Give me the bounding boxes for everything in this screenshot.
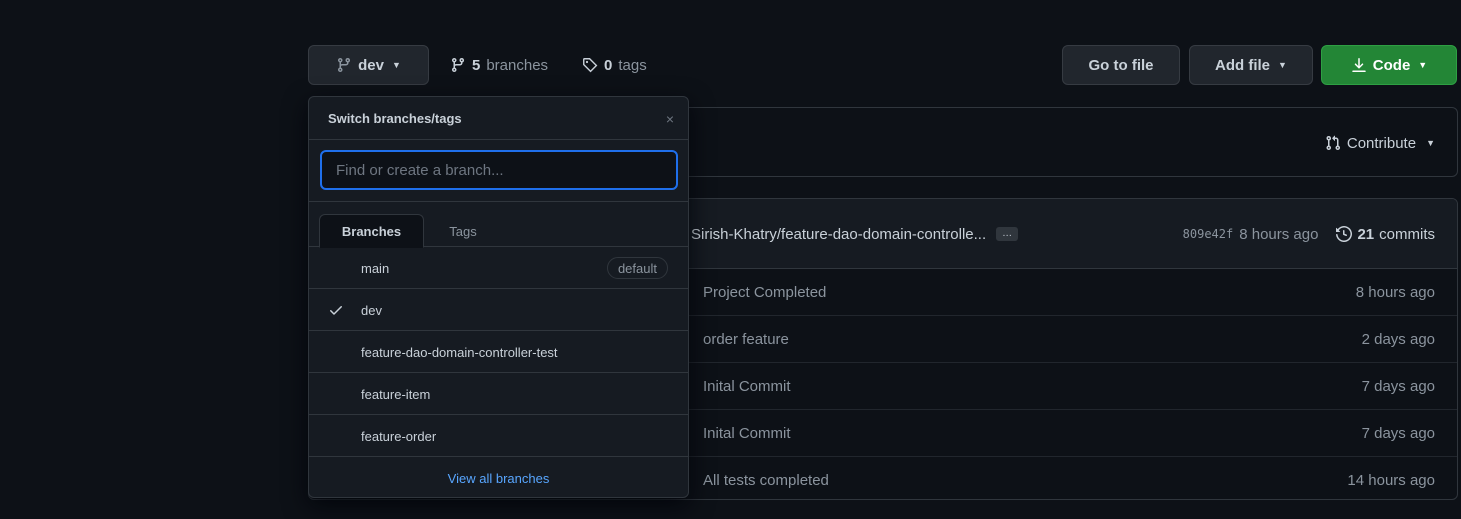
tab-branches[interactable]: Branches	[319, 214, 424, 248]
caret-down-icon: ▼	[1278, 60, 1287, 70]
tab-tags[interactable]: Tags	[430, 214, 496, 248]
code-label: Code	[1372, 56, 1411, 74]
git-branch-icon	[450, 57, 466, 73]
code-button[interactable]: Code ▼	[1321, 45, 1457, 85]
file-commit-message[interactable]: Inital Commit	[703, 410, 791, 457]
expand-commit-button[interactable]: …	[996, 227, 1019, 241]
branch-name: dev	[361, 302, 382, 318]
git-branch-icon	[336, 57, 352, 73]
add-file-button[interactable]: Add file ▼	[1189, 45, 1313, 85]
tags-count: 0	[604, 56, 613, 74]
branch-item-feature-dao-domain-controller-test[interactable]: feature-dao-domain-controller-test	[309, 331, 688, 373]
history-icon	[1336, 226, 1353, 242]
branch-name: feature-dao-domain-controller-test	[361, 344, 558, 360]
default-badge: default	[606, 257, 668, 279]
branch-name: feature-order	[361, 428, 437, 444]
branches-label: branches	[486, 56, 549, 74]
go-to-file-button[interactable]: Go to file	[1062, 45, 1180, 85]
caret-down-icon: ▼	[391, 60, 401, 70]
download-icon	[1351, 57, 1367, 73]
latest-commit-message[interactable]: Sirish-Khatry/feature-dao-domain-control…	[691, 199, 1019, 269]
branch-name: feature-item	[361, 386, 431, 402]
file-commit-time: 14 hours ago	[1347, 472, 1435, 489]
file-commit-time: 8 hours ago	[1355, 284, 1435, 301]
tags-link[interactable]: 0 tags	[582, 45, 647, 85]
commits-count: 21	[1357, 225, 1375, 243]
dropdown-title: Switch branches/tags	[328, 111, 462, 126]
tags-label: tags	[618, 56, 647, 74]
latest-commit-text: Sirish-Khatry/feature-dao-domain-control…	[691, 225, 987, 243]
check-icon	[328, 289, 344, 331]
file-commit-message[interactable]: All tests completed	[703, 457, 829, 499]
commits-label: commits	[1379, 225, 1435, 243]
add-file-label: Add file	[1215, 56, 1271, 74]
branch-search-input[interactable]	[320, 150, 678, 190]
branch-select-button[interactable]: dev ▼	[308, 45, 429, 85]
latest-commit-info: 809e42f 8 hours ago 21 commits	[1183, 199, 1435, 269]
view-all-branches-link[interactable]: View all branches	[309, 457, 688, 497]
branch-item-feature-item[interactable]: feature-item	[309, 373, 688, 415]
branch-item-dev[interactable]: dev	[309, 289, 688, 331]
branches-link[interactable]: 5 branches	[450, 45, 548, 85]
branch-item-main[interactable]: main default	[309, 247, 688, 289]
file-commit-time: 7 days ago	[1361, 378, 1435, 395]
commit-time: 8 hours ago	[1239, 225, 1319, 243]
go-to-file-label: Go to file	[1088, 56, 1154, 74]
dropdown-header: Switch branches/tags ×	[309, 97, 688, 140]
tag-icon	[582, 57, 598, 73]
caret-down-icon: ▼	[1426, 138, 1435, 148]
pull-request-icon	[1325, 135, 1341, 151]
file-commit-message[interactable]: Inital Commit	[703, 363, 791, 410]
branch-switcher-dropdown: Switch branches/tags × Branches Tags mai…	[308, 96, 689, 498]
commits-history-link[interactable]: 21 commits	[1336, 226, 1435, 243]
branch-item-feature-order[interactable]: feature-order	[309, 415, 688, 457]
caret-down-icon: ▼	[1418, 60, 1428, 70]
file-commit-message[interactable]: Project Completed	[703, 269, 826, 316]
close-icon[interactable]: ×	[666, 97, 674, 140]
contribute-label: Contribute	[1346, 134, 1417, 152]
branches-count: 5	[472, 56, 481, 74]
contribute-button[interactable]: Contribute ▼	[1325, 108, 1435, 178]
branch-filter	[309, 140, 688, 202]
file-commit-time: 7 days ago	[1361, 425, 1435, 442]
file-commit-message[interactable]: order feature	[703, 316, 789, 363]
dropdown-tabs: Branches Tags	[309, 202, 688, 248]
commit-sha-link[interactable]: 809e42f	[1183, 227, 1234, 241]
branch-name: main	[361, 260, 390, 276]
file-commit-time: 2 days ago	[1361, 331, 1435, 348]
current-branch-label: dev	[358, 56, 384, 74]
